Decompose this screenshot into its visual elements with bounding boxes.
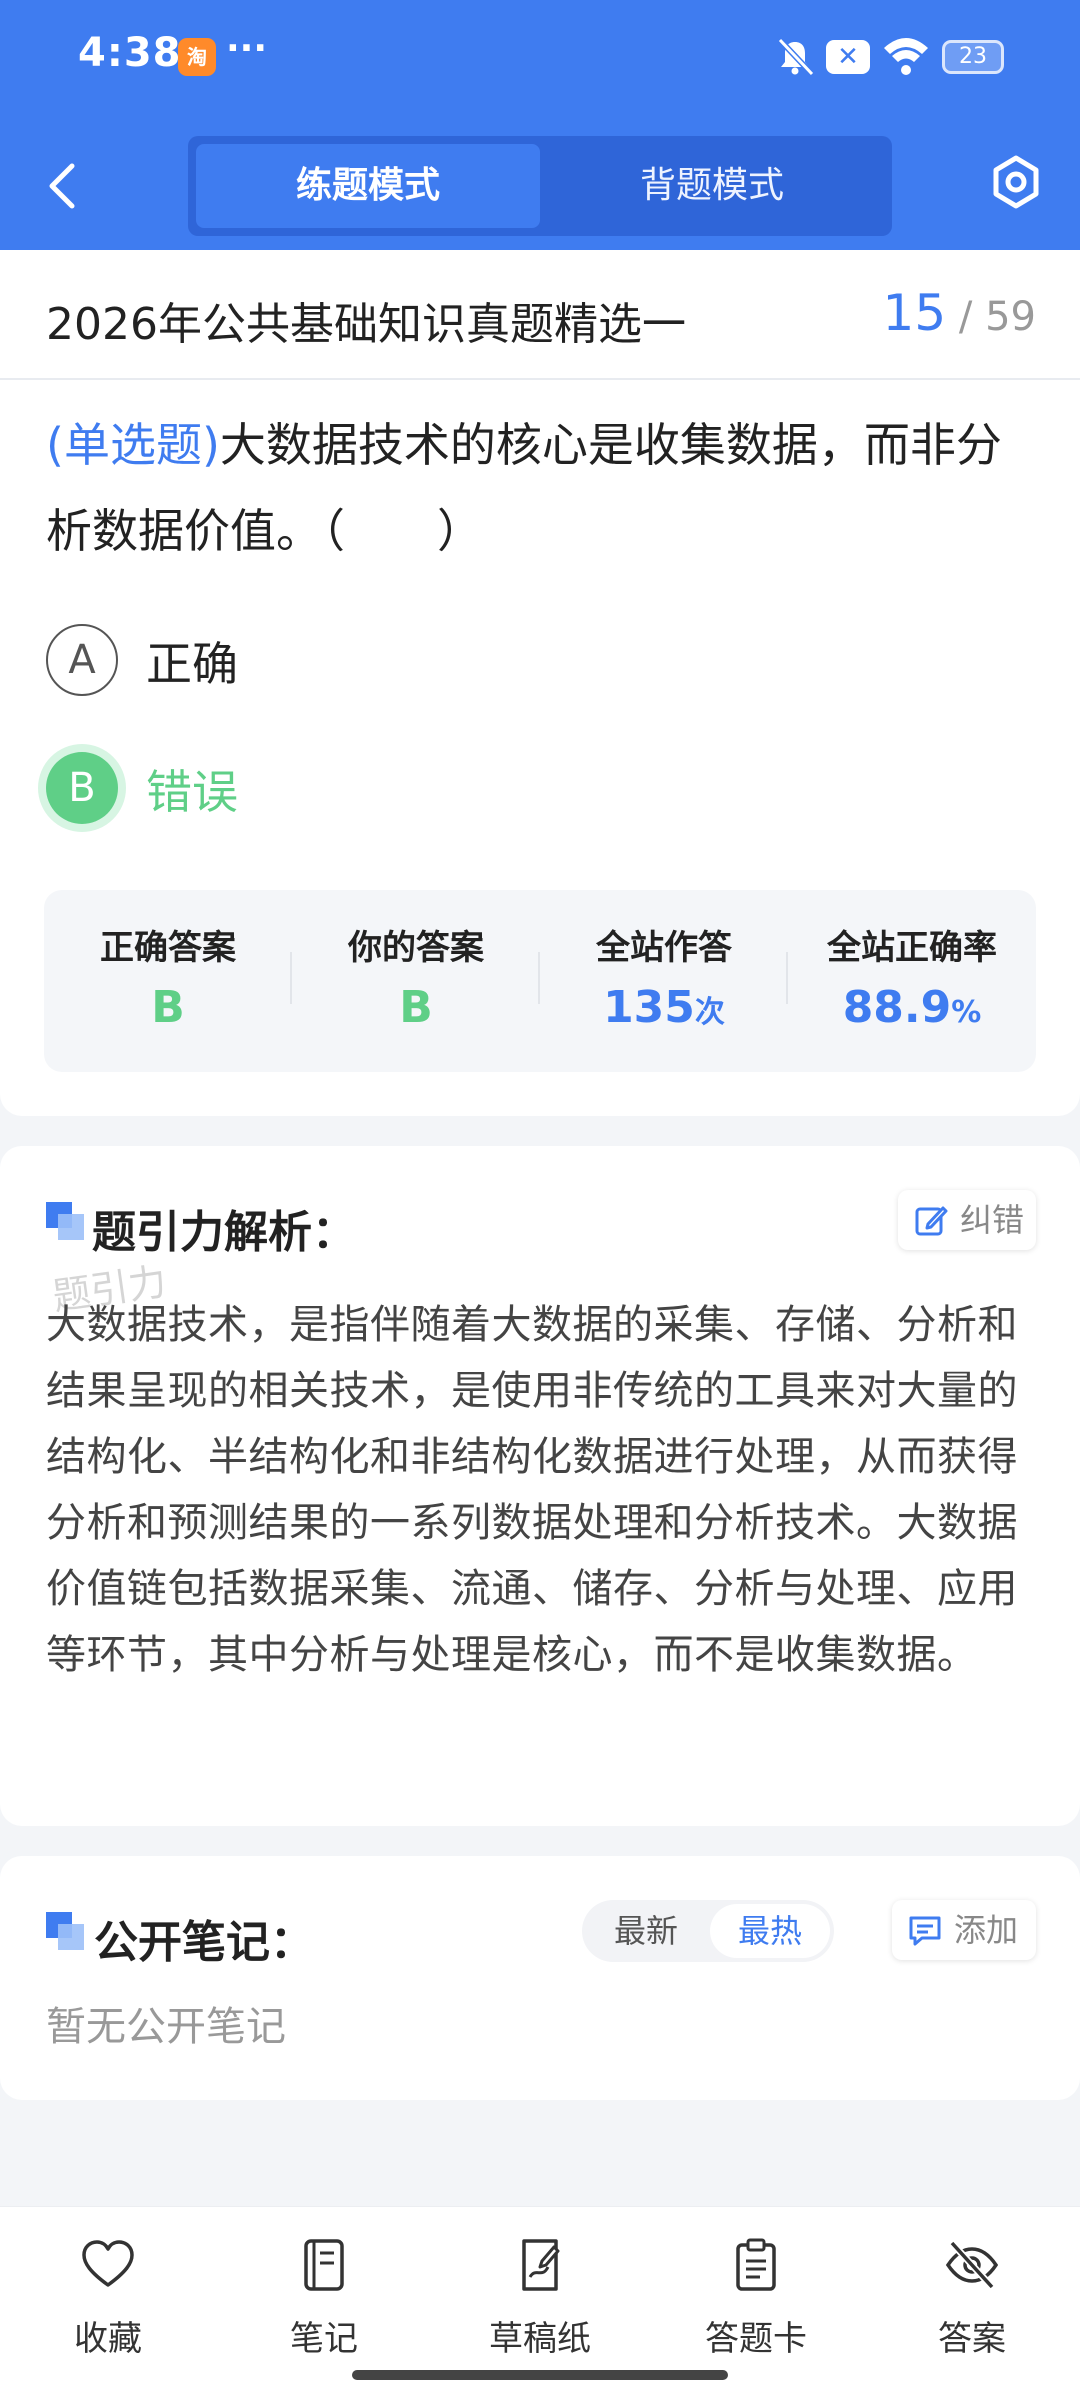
sort-hottest[interactable]: 最热 xyxy=(710,1904,830,1958)
comment-icon xyxy=(909,1916,941,1946)
sort-latest[interactable]: 最新 xyxy=(586,1904,706,1958)
heart-icon xyxy=(82,2240,134,2287)
stat-correct-answer: 正确答案 B xyxy=(44,890,292,1072)
app-header: 4:38 淘 ··· ✕ 23 练题模式 背题模式 xyxy=(0,0,1080,250)
answer-sheet-icon xyxy=(736,2238,776,2291)
draft-paper-label: 草稿纸 xyxy=(489,2319,591,2359)
settings-icon[interactable] xyxy=(988,152,1044,212)
notebook-icon xyxy=(304,2239,344,2291)
taobao-notification-icon: 淘 xyxy=(178,38,216,76)
quiz-title-row: 2026年公共基础知识真题精选一 15 / 59 xyxy=(0,250,1080,380)
favorite-button[interactable]: 收藏 xyxy=(28,2229,188,2359)
stat-site-accuracy: 全站正确率 88.9% xyxy=(788,890,1036,1072)
stat-value: B xyxy=(399,982,433,1033)
answer-sheet-label: 答题卡 xyxy=(705,2319,807,2359)
draft-paper-button[interactable]: 草稿纸 xyxy=(460,2229,620,2359)
favorite-label: 收藏 xyxy=(74,2319,142,2359)
draft-paper-icon xyxy=(522,2239,560,2291)
report-error-button[interactable]: 纠错 xyxy=(898,1190,1036,1250)
home-indicator[interactable] xyxy=(352,2370,728,2380)
public-notes-card: 公开笔记： 最新 最热 添加 暂无公开笔记 xyxy=(0,1856,1080,2100)
total-questions: 59 xyxy=(985,294,1036,340)
question-card: (单选题)大数据技术的核心是收集数据，而非分析数据价值。（ ） A 正确 B 错… xyxy=(0,380,1080,1116)
counter-separator: / xyxy=(958,294,973,340)
mode-switch: 练题模式 背题模式 xyxy=(188,136,892,236)
section-square-icon xyxy=(46,1912,86,1952)
stat-label: 全站正确率 xyxy=(827,928,997,968)
notes-button[interactable]: 笔记 xyxy=(244,2229,404,2359)
stat-value: B xyxy=(151,982,185,1033)
status-bar: 4:38 淘 ··· ✕ 23 xyxy=(0,28,1080,88)
show-answer-label: 答案 xyxy=(938,2319,1006,2359)
report-error-label: 纠错 xyxy=(960,1201,1025,1239)
analysis-title: 题引力解析： xyxy=(92,1207,356,1258)
option-a[interactable]: A 正确 xyxy=(46,618,646,698)
option-a-text: 正确 xyxy=(146,637,238,691)
question-text: (单选题)大数据技术的核心是收集数据，而非分析数据价值。（ ） xyxy=(46,402,1036,574)
add-note-button[interactable]: 添加 xyxy=(892,1900,1036,1960)
quiz-title: 2026年公共基础知识真题精选一 xyxy=(46,299,686,350)
stat-label: 正确答案 xyxy=(100,928,236,968)
stat-label: 你的答案 xyxy=(348,928,484,968)
question-type: (单选题) xyxy=(46,418,220,472)
option-b-letter: B xyxy=(46,752,118,824)
stat-label: 全站作答 xyxy=(596,928,732,968)
notes-empty-state: 暂无公开笔记 xyxy=(46,2004,286,2050)
edit-icon xyxy=(915,1206,948,1236)
show-answer-button[interactable]: 答案 xyxy=(892,2229,1052,2359)
option-b-text: 错误 xyxy=(146,765,238,819)
section-square-icon xyxy=(46,1202,86,1242)
notes-sort-toggle: 最新 最热 xyxy=(582,1900,834,1962)
wifi-icon xyxy=(884,38,928,75)
notes-label: 笔记 xyxy=(290,2319,358,2359)
stat-your-answer: 你的答案 B xyxy=(292,890,540,1072)
analysis-text: 大数据技术，是指伴随着大数据的采集、存储、分析和结果呈现的相关技术，是使用非传统… xyxy=(46,1302,1018,1678)
battery-indicator: 23 xyxy=(942,40,1004,74)
status-time: 4:38 xyxy=(78,30,182,76)
answer-sheet-button[interactable]: 答题卡 xyxy=(676,2229,836,2359)
notes-title: 公开笔记： xyxy=(94,1917,314,1968)
tab-practice-mode[interactable]: 练题模式 xyxy=(196,144,540,228)
close-box-icon: ✕ xyxy=(826,40,870,74)
question-counter: 15 / 59 xyxy=(883,284,1036,342)
back-arrow-icon[interactable] xyxy=(40,158,84,214)
stat-value: 135次 xyxy=(603,982,725,1033)
more-notifications-icon: ··· xyxy=(226,28,268,69)
eye-off-icon xyxy=(945,2240,999,2290)
answer-stats: 正确答案 B 你的答案 B 全站作答 135次 全站正确率 88.9% xyxy=(44,890,1036,1072)
add-note-label: 添加 xyxy=(954,1911,1019,1949)
muted-bell-icon xyxy=(777,37,815,77)
analysis-card: 题引力解析： 纠错 题引力 大数据技术，是指伴随着大数据的采集、存储、分析和结果… xyxy=(0,1146,1080,1826)
current-question-number: 15 xyxy=(882,284,947,342)
option-a-letter: A xyxy=(46,624,118,696)
tab-memorize-mode[interactable]: 背题模式 xyxy=(540,144,884,228)
stat-value: 88.9% xyxy=(842,982,982,1033)
option-b-selected[interactable]: B 错误 xyxy=(46,746,646,826)
stat-site-attempts: 全站作答 135次 xyxy=(540,890,788,1072)
